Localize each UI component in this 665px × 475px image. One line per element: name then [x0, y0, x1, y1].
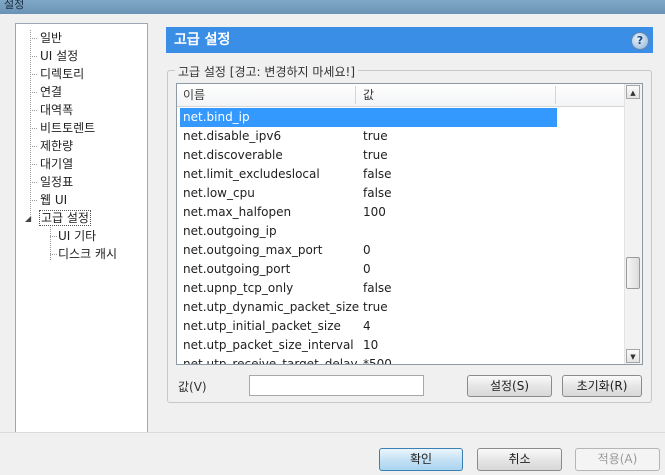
table-row[interactable]: net.max_halfopen 100: [177, 203, 627, 222]
tree-item-ui-settings[interactable]: UI 설정: [40, 47, 78, 65]
tree-item-bandwidth[interactable]: 대역폭: [40, 101, 73, 119]
set-button[interactable]: 설정(S): [467, 375, 552, 397]
reset-button[interactable]: 초기화(R): [562, 375, 642, 397]
scrollbar-thumb[interactable]: [626, 257, 640, 289]
scroll-down-icon[interactable]: ▼: [626, 349, 640, 363]
table-row[interactable]: net.outgoing_max_port 0: [177, 241, 627, 260]
table-row[interactable]: net.outgoing_port 0: [177, 260, 627, 279]
dialog-footer: [0, 433, 665, 475]
table-row[interactable]: net.upnp_tcp_only false: [177, 279, 627, 298]
tree-item-general[interactable]: 일반: [40, 29, 62, 47]
value-input[interactable]: [249, 375, 424, 396]
page-title: 고급 설정: [174, 32, 231, 48]
tree-item-advanced[interactable]: 고급 설정: [39, 209, 91, 227]
collapse-arrow-icon[interactable]: ◢: [25, 214, 31, 223]
table-row[interactable]: net.discoverable true: [177, 146, 627, 165]
table-row[interactable]: net.utp_initial_packet_size 4: [177, 317, 627, 336]
table-row[interactable]: net.utp_receive_target_delay *500: [177, 355, 627, 364]
ok-button[interactable]: 확인: [379, 448, 463, 471]
tree-item-web-ui[interactable]: 웹 UI: [40, 191, 67, 209]
tree-item-directories[interactable]: 디렉토리: [40, 65, 84, 83]
table-row[interactable]: net.utp_dynamic_packet_size true: [177, 298, 627, 317]
tree-item-disk-cache[interactable]: 디스크 캐시: [58, 245, 117, 263]
table-row[interactable]: net.low_cpu false: [177, 184, 627, 203]
table-row[interactable]: net.bind_ip: [177, 108, 627, 127]
window-title: 설정: [0, 0, 665, 14]
list-header: 이름 값: [177, 84, 627, 107]
table-row[interactable]: net.disable_ipv6 true: [177, 127, 627, 146]
column-header-value[interactable]: 값: [363, 84, 374, 106]
column-header-name[interactable]: 이름: [183, 84, 205, 106]
value-label: 값(V): [178, 380, 207, 394]
tree-item-connection[interactable]: 연결: [40, 83, 62, 101]
tree-item-scheduler[interactable]: 일정표: [40, 173, 73, 191]
cancel-button[interactable]: 취소: [477, 448, 562, 471]
settings-tree[interactable]: ◢ 일반 UI 설정 디렉토리 연결 대역폭 비트토렌트 제한량 대기열 일정표…: [15, 23, 148, 438]
scroll-up-icon[interactable]: ▲: [626, 85, 640, 99]
tree-guide-line: [30, 30, 31, 215]
tree-item-transfer-cap[interactable]: 제한량: [40, 137, 73, 155]
tree-item-ui-extras[interactable]: UI 기타: [58, 227, 96, 245]
tree-item-queueing[interactable]: 대기열: [40, 155, 73, 173]
tree-item-bittorrent[interactable]: 비트토렌트: [40, 119, 95, 137]
table-row[interactable]: net.outgoing_ip: [177, 222, 627, 241]
settings-list[interactable]: 이름 값 net.bind_ip net.disable_ipv6 true n…: [176, 83, 643, 365]
groupbox-title: 고급 설정 [경고: 변경하지 마세요!]: [175, 63, 358, 80]
help-icon[interactable]: ?: [631, 32, 649, 50]
apply-button[interactable]: 적용(A): [575, 448, 660, 471]
page-header: 고급 설정 ?: [166, 27, 653, 53]
table-row[interactable]: net.utp_packet_size_interval 10: [177, 336, 627, 355]
vertical-scrollbar[interactable]: ▲ ▼: [624, 84, 642, 364]
table-row[interactable]: net.limit_excludeslocal false: [177, 165, 627, 184]
